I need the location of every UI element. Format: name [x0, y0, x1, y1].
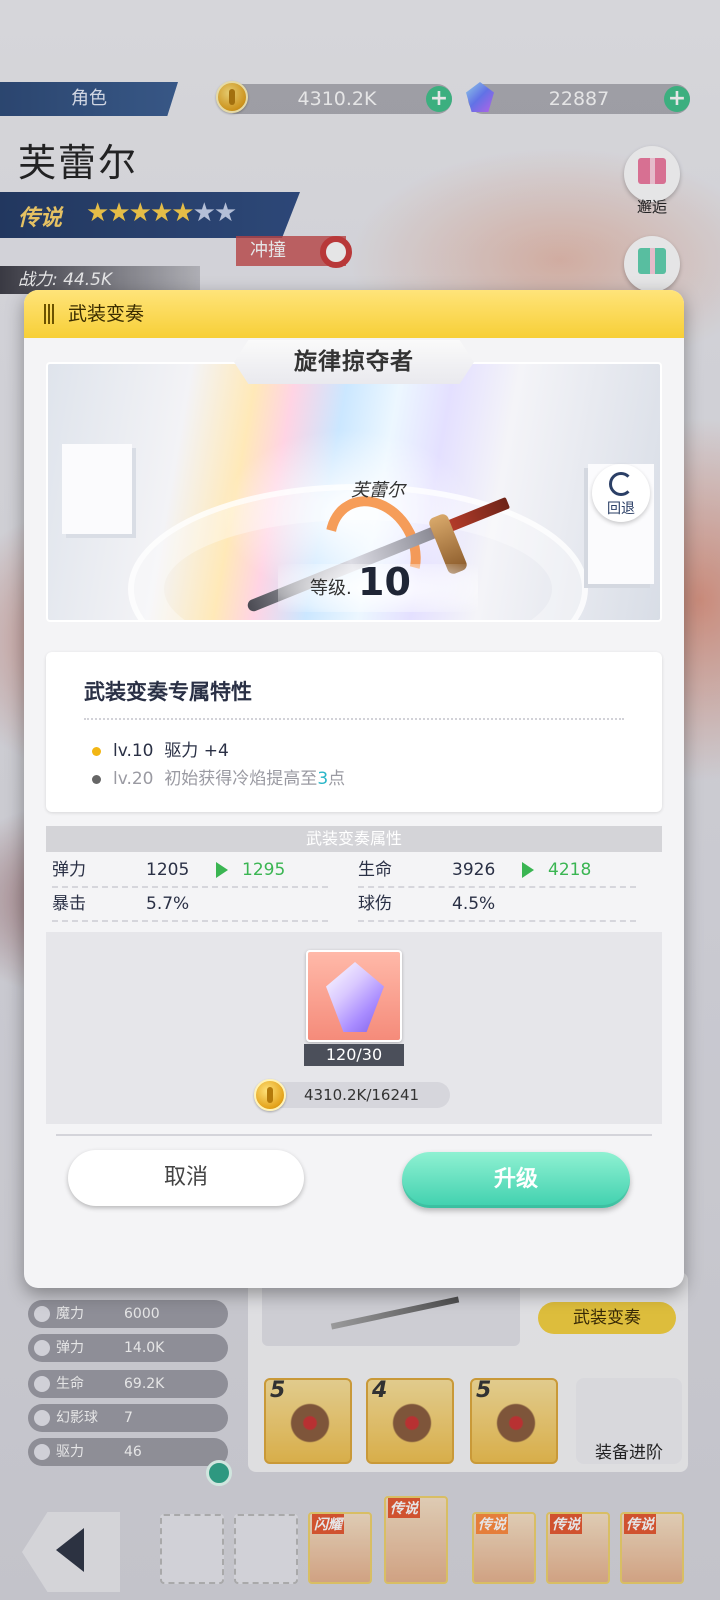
trait-card: 武装变奏专属特性 lv.10 驱力 +4 lv.20 初始获得冷焰提高至3点 [46, 652, 662, 812]
attribute-row: 暴击 5.7% [52, 888, 332, 920]
divider [84, 718, 624, 720]
refresh-icon [609, 472, 633, 496]
divider [56, 1134, 652, 1136]
attribute-value: 4.5% [452, 894, 496, 914]
trait-item: lv.20 初始获得冷焰提高至3点 [92, 764, 345, 789]
attribute-label: 弹力 [52, 860, 86, 880]
trait-item: lv.10 驱力 +4 [92, 736, 229, 761]
trait-text: 驱力 +4 [164, 741, 229, 761]
attribute-row: 球伤 4.5% [358, 888, 638, 920]
attribute-label: 球伤 [358, 894, 392, 914]
divider [358, 920, 636, 922]
level-label: 等级. [310, 578, 352, 599]
trait-highlight: 3 [317, 769, 329, 789]
attribute-next-value: 1295 [242, 860, 286, 880]
level-value: 10 [358, 560, 411, 604]
dialog-title: 武装变奏 [68, 303, 145, 325]
divider [52, 920, 328, 922]
material-count: 120/30 [304, 1044, 404, 1066]
attribute-label: 暴击 [52, 894, 86, 914]
reset-label: 回退 [607, 501, 635, 517]
attribute-label: 生命 [358, 860, 392, 880]
dialog-header: 武装变奏 [24, 290, 684, 338]
trait-text: 初始获得冷焰提高至 [164, 769, 318, 789]
grip-icon [44, 304, 54, 324]
trait-level: lv.10 [113, 741, 154, 761]
weapon-variation-dialog: 武装变奏 等级. 10 芙蕾尔 回退 旋律掠夺者 武装变奏专属特性 lv.10 … [24, 290, 684, 1288]
attribute-value: 3926 [452, 860, 496, 880]
active-dot-icon [92, 746, 101, 756]
decor-block [62, 444, 132, 534]
weapon-owner: 芙蕾尔 [351, 480, 405, 501]
trait-text: 点 [328, 769, 346, 789]
trait-level: lv.20 [113, 769, 154, 789]
increase-arrow-icon [216, 862, 228, 878]
attribute-row: 生命 3926 4218 [358, 854, 638, 886]
attributes-header: 武装变奏属性 [46, 826, 662, 852]
attribute-next-value: 4218 [548, 860, 592, 880]
weapon-showcase: 等级. 10 芙蕾尔 回退 [46, 362, 662, 622]
inactive-dot-icon [92, 774, 101, 784]
trait-title: 武装变奏专属特性 [84, 680, 252, 704]
attribute-value: 5.7% [146, 894, 190, 914]
gold-coin-icon [254, 1079, 286, 1111]
cancel-button[interactable]: 取消 [68, 1150, 304, 1206]
increase-arrow-icon [522, 862, 534, 878]
weapon-name: 旋律掠夺者 [294, 349, 414, 375]
attribute-row: 弹力 1205 1295 [52, 854, 332, 886]
attribute-value: 1205 [146, 860, 190, 880]
upgrade-button[interactable]: 升级 [402, 1152, 630, 1208]
